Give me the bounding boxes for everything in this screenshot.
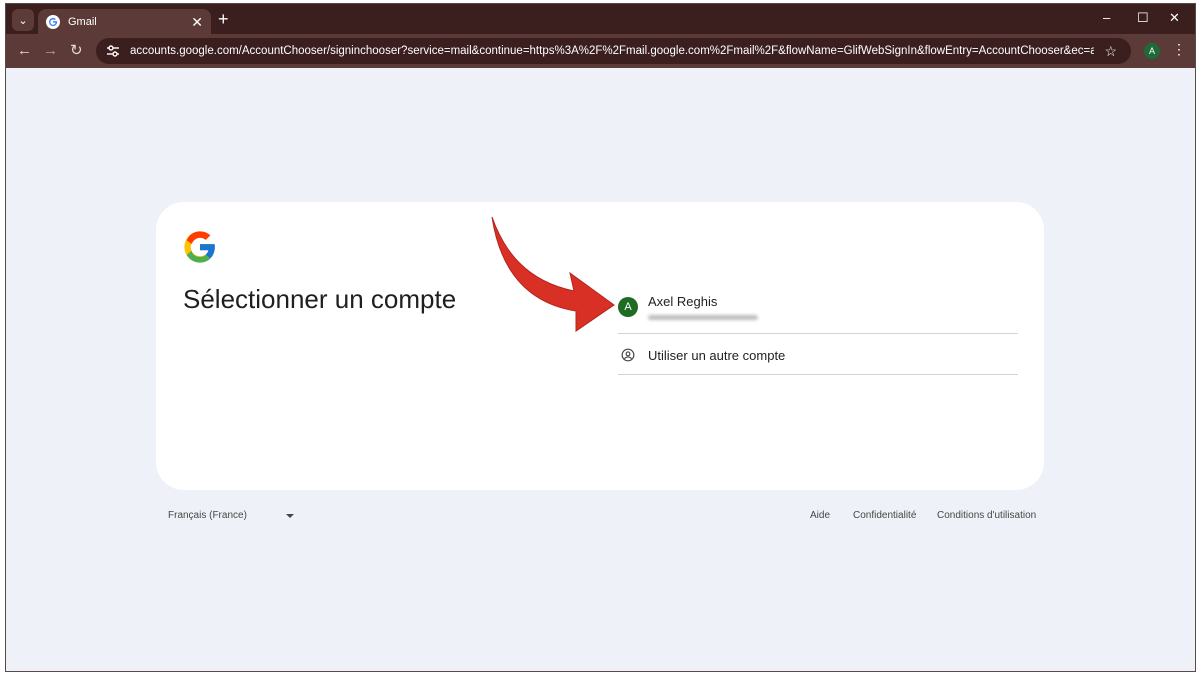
google-favicon-icon: [46, 14, 60, 29]
account-circle-icon: [621, 348, 635, 362]
use-another-account-label: Utiliser un autre compte: [648, 348, 786, 363]
help-link[interactable]: Aide: [810, 510, 830, 521]
tab-bar: ⌄ Gmail ✕ + – ☐ ✕: [6, 4, 1195, 34]
google-g-icon: [184, 231, 215, 263]
maximize-button[interactable]: ☐: [1137, 11, 1149, 24]
account-name: Axel Reghis: [648, 294, 718, 309]
bookmark-star-icon[interactable]: ☆: [1104, 43, 1117, 60]
browser-window: ⌄ Gmail ✕ + – ☐ ✕ ← → ↻ accounts.google.…: [5, 3, 1196, 672]
chevron-down-icon[interactable]: [286, 514, 294, 518]
page-content: Sélectionner un compte A Axel Reghis Uti…: [6, 68, 1195, 671]
terms-link[interactable]: Conditions d'utilisation: [937, 510, 1036, 521]
browser-menu-icon[interactable]: ⋮: [1172, 42, 1186, 56]
browser-toolbar: ← → ↻ accounts.google.com/AccountChooser…: [6, 34, 1195, 68]
minimize-button[interactable]: –: [1103, 11, 1110, 24]
account-option[interactable]: A Axel Reghis: [618, 282, 1018, 334]
use-another-account-option[interactable]: Utiliser un autre compte: [618, 335, 1018, 375]
new-tab-button[interactable]: +: [218, 10, 229, 28]
tab-close-icon[interactable]: ✕: [191, 15, 203, 29]
privacy-link[interactable]: Confidentialité: [853, 510, 916, 521]
profile-avatar[interactable]: A: [1144, 43, 1160, 59]
address-bar[interactable]: accounts.google.com/AccountChooser/signi…: [96, 38, 1131, 64]
site-info-icon[interactable]: [104, 42, 122, 60]
forward-button[interactable]: →: [43, 43, 58, 58]
back-button[interactable]: ←: [17, 43, 32, 58]
tab-title: Gmail: [68, 15, 97, 28]
avatar: A: [618, 297, 638, 317]
account-email-redacted: [648, 315, 758, 320]
account-chooser-card: Sélectionner un compte A Axel Reghis Uti…: [156, 202, 1044, 490]
reload-button[interactable]: ↻: [70, 43, 83, 58]
tab-search-chevron-icon[interactable]: ⌄: [12, 9, 34, 31]
close-window-button[interactable]: ✕: [1169, 11, 1180, 24]
url-text[interactable]: accounts.google.com/AccountChooser/signi…: [130, 45, 1094, 57]
language-selector[interactable]: Français (France): [168, 510, 247, 521]
tune-icon: [107, 45, 119, 57]
page-title: Sélectionner un compte: [183, 284, 457, 314]
tab-gmail[interactable]: Gmail ✕: [38, 9, 211, 34]
red-arrow-annotation: [491, 216, 615, 332]
